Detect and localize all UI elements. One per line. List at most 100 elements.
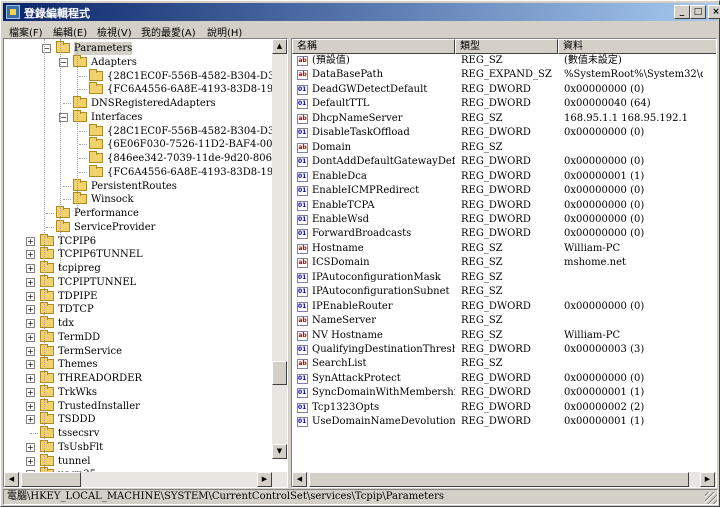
folder-icon — [40, 343, 54, 356]
value-name: SyncDomainWithMembership — [312, 387, 455, 399]
binary-value-icon: 011 — [297, 272, 308, 283]
tree-horizontal-scrollbar[interactable]: ◀ ▶ — [4, 472, 287, 487]
expand-icon[interactable]: + — [26, 264, 35, 273]
menu-favorites[interactable]: 我的最愛(A) — [141, 24, 196, 39]
value-row[interactable]: 011 EnableICMPRedirect REG_DWORD 0x00000000… — [292, 184, 703, 198]
value-row[interactable]: 011 SynAttackProtect REG_DWORD 0x00000000 (… — [292, 372, 703, 386]
expand-icon[interactable]: + — [26, 415, 35, 425]
folder-icon — [89, 151, 103, 163]
tree-node-label: TCPIP6 — [58, 235, 97, 247]
expand-icon[interactable]: + — [26, 360, 35, 370]
menu-edit[interactable]: 編輯(E) — [53, 24, 87, 39]
expand-icon[interactable]: + — [26, 456, 35, 466]
values-hscroll-thumb[interactable] — [309, 472, 689, 487]
value-row[interactable]: 011 IPAutoconfigurationMask REG_SZ — [292, 271, 703, 285]
tree-node-label: TDTCP — [58, 304, 94, 316]
value-row[interactable]: 011 DeadGWDetectDefault REG_DWORD 0x0000000… — [292, 83, 703, 97]
tree-node-label: tssecsrv — [58, 428, 100, 439]
expand-icon[interactable]: + — [26, 277, 35, 287]
value-data: 0x00000040 (64) — [564, 98, 651, 110]
resize-grip-icon[interactable] — [705, 492, 717, 504]
column-header-name[interactable]: 名稱 — [292, 39, 455, 54]
tree-node-label: TrkWks — [58, 386, 97, 398]
expand-icon[interactable]: + — [26, 442, 35, 452]
menu-file[interactable]: 檔案(F) — [9, 24, 43, 39]
scroll-left-arrow-icon[interactable]: ◀ — [4, 472, 19, 487]
value-type: REG_SZ — [461, 55, 503, 66]
key-tree-pane[interactable]: − Parameters − Adapters {28C1EC0F-556B-4582-… — [3, 38, 288, 488]
binary-value-icon: 011 — [297, 186, 308, 197]
expand-icon[interactable]: + — [26, 319, 35, 328]
value-row[interactable]: 011 IPAutoconfigurationSubnet REG_SZ — [292, 285, 703, 299]
value-row[interactable]: 011 Tcp1323Opts REG_DWORD 0x00000002 (2) — [292, 401, 703, 415]
value-row[interactable]: ab SearchList REG_SZ — [292, 357, 703, 371]
minimize-button[interactable]: _ — [674, 5, 690, 19]
value-data: 0x00000002 (2) — [564, 401, 645, 413]
value-row[interactable]: ab NV Hostname REG_SZ William-PC — [292, 329, 703, 343]
tree-vertical-scrollbar[interactable]: ▲ ▼ — [272, 39, 287, 459]
column-header-data[interactable]: 資料 — [558, 39, 716, 54]
expand-icon[interactable]: + — [26, 305, 35, 315]
expand-icon[interactable]: + — [26, 332, 35, 342]
value-row[interactable]: 011 IPEnableRouter REG_DWORD 0x00000000 (0) — [292, 300, 703, 314]
value-data: 0x00000000 (0) — [564, 213, 645, 225]
column-header-type[interactable]: 類型 — [455, 39, 558, 54]
menu-view[interactable]: 檢視(V) — [97, 24, 132, 39]
values-pane[interactable]: 名稱 類型 資料 ab (預設值) REG_SZ (數值未設定) ab DataBaseP… — [291, 38, 717, 488]
tree-node-label: tunnel — [58, 455, 91, 467]
value-type: REG_SZ — [461, 141, 503, 153]
values-scroll-left-arrow-icon[interactable]: ◀ — [292, 472, 307, 487]
string-value-icon: ab — [297, 243, 308, 254]
value-row[interactable]: ab ICSDomain REG_SZ mshome.net — [292, 256, 703, 270]
tree-connector — [46, 213, 54, 214]
value-row[interactable]: 011 EnableWsd REG_DWORD 0x00000000 (0) — [292, 213, 703, 227]
value-row[interactable]: ab DataBasePath REG_EXPAND_SZ %SystemRoot%\… — [292, 68, 703, 82]
close-button[interactable]: × — [708, 5, 720, 19]
expand-icon[interactable]: + — [26, 236, 35, 246]
value-row[interactable]: 011 EnableDca REG_DWORD 0x00000001 (1) — [292, 170, 703, 184]
value-type: REG_DWORD — [461, 372, 531, 384]
value-row[interactable]: ab (預設值) REG_SZ (數值未設定) — [292, 54, 703, 68]
value-row[interactable]: 011 DisableTaskOffload REG_DWORD 0x00000000… — [292, 126, 703, 140]
scroll-up-arrow-icon[interactable]: ▲ — [272, 39, 287, 54]
regedit-app-icon[interactable] — [6, 5, 20, 19]
value-row[interactable]: 011 SyncDomainWithMembership REG_DWORD 0x00… — [292, 386, 703, 400]
title-bar[interactable]: 登錄編輯程式 _ □ × — [3, 3, 720, 21]
tree-node-label: DNSRegisteredAdapters — [91, 98, 216, 109]
expand-icon[interactable]: + — [26, 346, 35, 356]
folder-icon — [40, 329, 54, 342]
scroll-down-arrow-icon[interactable]: ▼ — [272, 444, 287, 459]
value-row[interactable]: ab NameServer REG_SZ — [292, 314, 703, 328]
value-row[interactable]: 011 UseDomainNameDevolution REG_DWORD 0x000… — [292, 415, 703, 429]
tree-scroll-thumb[interactable] — [272, 361, 287, 385]
value-row[interactable]: 011 ForwardBroadcasts REG_DWORD 0x00000000 … — [292, 227, 703, 241]
values-horizontal-scrollbar[interactable]: ◀ ▶ — [292, 472, 716, 487]
string-value-icon: ab — [297, 258, 308, 269]
value-type: REG_DWORD — [461, 416, 531, 428]
menu-help[interactable]: 說明(H) — [207, 24, 242, 39]
registry-editor-window: 登錄編輯程式 _ □ × 檔案(F) 編輯(E) 檢視(V) 我的最愛(A) 說… — [0, 0, 720, 507]
binary-value-icon: 011 — [297, 200, 308, 211]
value-data: 0x00000001 (1) — [564, 416, 645, 428]
value-row[interactable]: ab Domain REG_SZ — [292, 141, 703, 155]
binary-value-icon: 011 — [297, 157, 308, 168]
tree-node-label: PersistentRoutes — [91, 180, 177, 192]
expand-icon[interactable]: + — [26, 401, 35, 411]
expand-icon[interactable]: + — [26, 387, 35, 397]
value-row[interactable]: 011 EnableTCPA REG_DWORD 0x00000000 (0) — [292, 199, 703, 213]
value-row[interactable]: 011 DefaultTTL REG_DWORD 0x00000040 (64) — [292, 97, 703, 111]
value-row[interactable]: 011 QualifyingDestinationThreshold REG_DWO… — [292, 343, 703, 357]
scroll-right-arrow-icon[interactable]: ▶ — [257, 472, 272, 487]
expand-icon[interactable]: + — [26, 374, 35, 383]
tree-hscroll-thumb[interactable] — [21, 472, 81, 487]
expand-icon[interactable]: + — [26, 250, 35, 260]
folder-icon — [89, 68, 103, 81]
value-row[interactable]: 011 DontAddDefaultGatewayDefault REG_DWORD… — [292, 155, 703, 169]
expand-icon[interactable]: + — [26, 291, 35, 301]
value-name: DontAddDefaultGatewayDefault — [312, 156, 455, 168]
values-scroll-right-arrow-icon[interactable]: ▶ — [700, 472, 715, 487]
maximize-button[interactable]: □ — [690, 5, 706, 19]
value-row[interactable]: ab DhcpNameServer REG_SZ 168.95.1.1 168.95.… — [292, 112, 703, 126]
value-row[interactable]: ab Hostname REG_SZ William-PC — [292, 242, 703, 256]
value-data: 0x00000000 (0) — [564, 127, 645, 139]
